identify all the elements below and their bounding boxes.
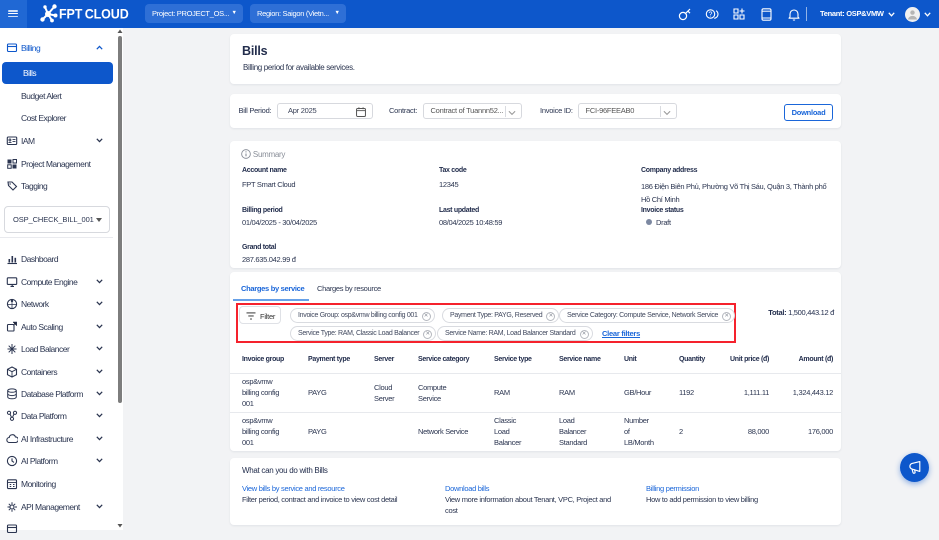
svg-text:?: ? [709, 12, 713, 19]
